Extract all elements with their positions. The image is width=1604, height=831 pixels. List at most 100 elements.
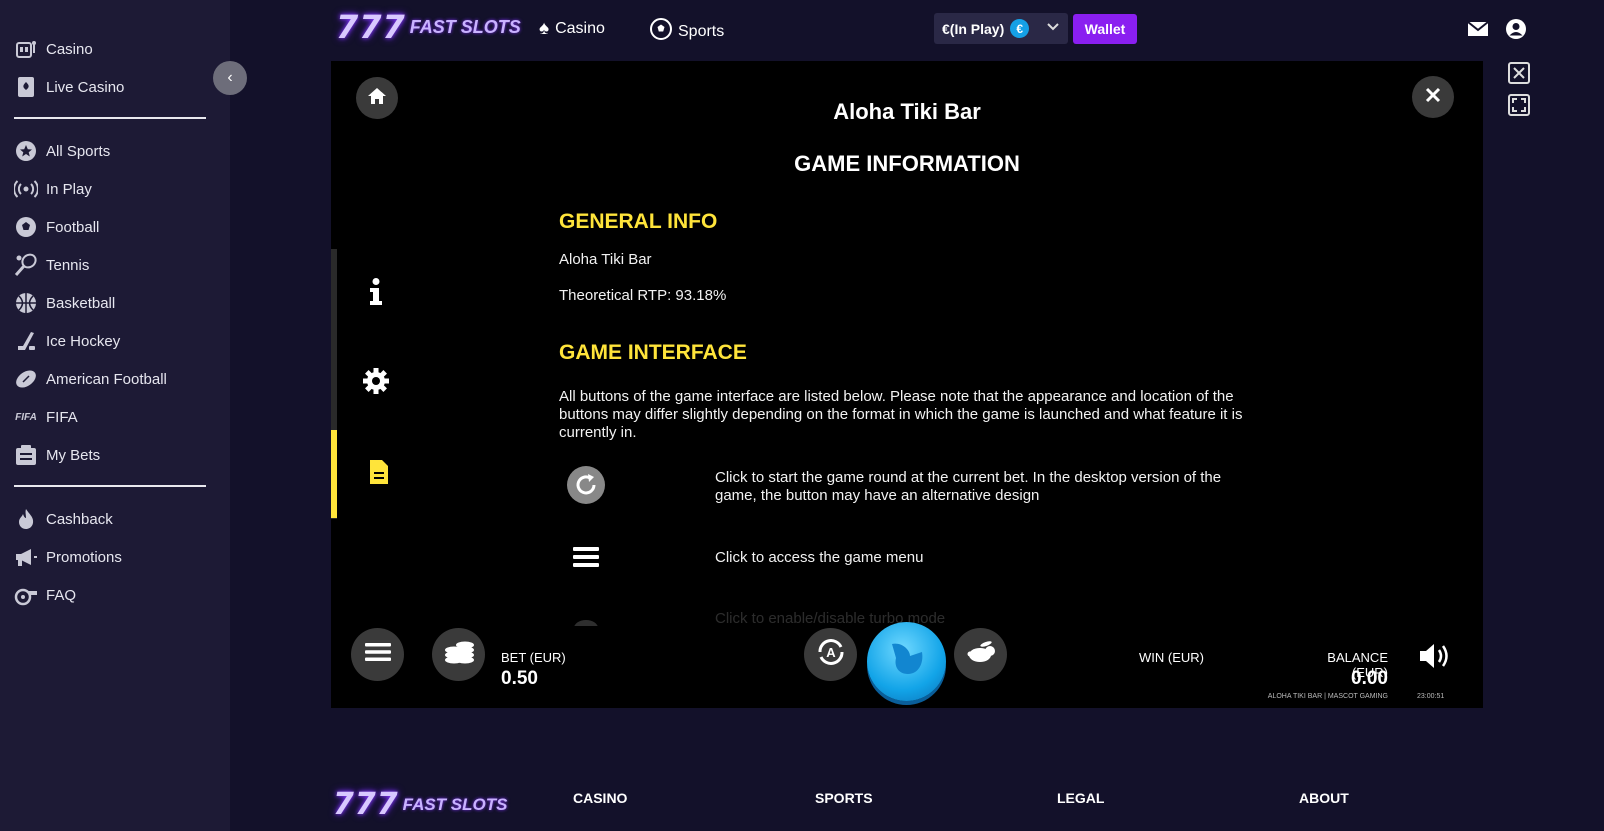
autoplay-button[interactable]: A [804,628,857,681]
logo-text: FAST SLOTS [409,16,521,37]
footer-logo[interactable]: 777 FAST SLOTS [333,787,507,822]
sidebar-item-label: In Play [46,180,92,198]
sidebar-item-football[interactable]: Football [13,213,99,241]
chevron-left-icon: ‹ [227,69,233,86]
sidebar-item-label: My Bets [46,446,101,464]
tab-rules[interactable] [331,430,421,518]
sidebar-item-label: Live Casino [46,78,125,96]
broadcast-icon [13,178,39,200]
spin-button[interactable] [867,622,946,701]
bets-list-icon [13,444,39,466]
sidebar-item-label: FIFA [46,408,78,426]
game-window: Aloha Tiki Bar GAME INFORMATION GENERAL … [331,61,1483,708]
nav-casino[interactable]: ♠ Casino [539,18,605,40]
fullscreen-icon[interactable] [1508,94,1530,116]
sidebar-divider [14,117,206,119]
sidebar-item-promotions[interactable]: Promotions [13,543,122,571]
sidebar-item-in-play[interactable]: In Play [13,175,92,203]
sidebar-item-label: Ice Hockey [46,332,121,350]
game-menu-button[interactable] [351,628,404,681]
tab-info[interactable] [331,250,421,338]
megaphone-icon [13,546,39,568]
rtp-text: Theoretical RTP: 93.18% [559,287,727,304]
clock-text: 23:00:51 [1417,693,1445,700]
sidebar-collapse-button[interactable]: ‹ [213,61,247,95]
sidebar-item-label: American Football [46,370,167,388]
fifa-logo-icon: FIFA [15,411,37,423]
slot-machine-icon [13,38,39,60]
header-logo[interactable]: 777 FAST SLOTS [336,8,521,46]
sidebar-item-my-bets[interactable]: My Bets [13,441,100,469]
row-text: Click to access the game menu [715,549,924,566]
svg-text:A: A [826,645,836,660]
euro-coin-icon: € [1010,19,1030,38]
balance-label: €(In Play) [942,20,1005,37]
playing-card-icon [13,76,39,98]
turbo-button[interactable] [954,628,1007,681]
spin-icon [566,465,606,505]
close-game-icon[interactable] [1508,62,1530,84]
wallet-button[interactable]: Wallet [1073,14,1137,44]
sidebar-item-tennis[interactable]: Tennis [13,251,89,279]
footer-col-casino: CASINO [573,790,628,806]
sidebar-item-all-sports[interactable]: All Sports [13,137,110,165]
star-badge-icon [13,140,39,162]
bet-label: BET (EUR) [501,650,566,665]
speaker-icon [1418,644,1452,675]
sidebar-item-label: Football [46,218,100,236]
sidebar-item-casino[interactable]: Casino [13,35,93,63]
provider-text: ALOHA TIKI BAR | MASCOT GAMING [1267,693,1388,700]
sound-button[interactable] [1418,641,1452,671]
gear-icon [362,367,390,400]
sidebar-item-live-casino[interactable]: Live Casino [13,73,124,101]
tab-settings[interactable] [331,339,421,427]
sidebar-item-label: Casino [46,40,93,58]
sidebar-item-faq[interactable]: FAQ [13,581,76,609]
logo-text: FAST SLOTS [402,794,508,814]
footer-col-legal: LEGAL [1057,790,1105,806]
coins-stack-icon [443,638,475,671]
sidebar-item-cashback[interactable]: Cashback [13,505,113,533]
row-text: Click to enable/disable turbo mode [715,610,946,626]
bet-button[interactable] [432,628,485,681]
sidebar-item-label: All Sports [46,142,111,160]
balance-dropdown[interactable]: €(In Play) € [934,13,1068,44]
document-icon [368,459,390,490]
sidebar-item-label: Tennis [46,256,90,274]
sidebar-item-label: FAQ [46,586,77,604]
menu-icon [364,642,391,667]
game-interface-heading: GAME INTERFACE [559,341,747,364]
menu-icon [566,537,606,577]
bet-value: 0.50 [501,668,538,689]
nav-label: Casino [555,20,605,37]
autoplay-icon: A [813,634,849,675]
logo-number: 777 [336,8,406,46]
sidebar-item-ice-hockey[interactable]: Ice Hockey [13,327,120,355]
sidebar-item-fifa[interactable]: FIFA FIFA [13,403,78,431]
win-label: WIN (EUR) [1139,650,1204,665]
spin-tiki-icon [884,636,930,687]
basketball-icon [13,292,39,314]
chevron-down-icon [1046,19,1060,36]
game-title: Aloha Tiki Bar [833,99,981,124]
logo-number: 777 [333,787,399,822]
sidebar-item-label: Promotions [46,548,122,566]
sidebar: Casino Live Casino All Sports In Play Fo… [0,0,230,831]
sidebar-divider [14,485,206,487]
spade-icon: ♠ [539,18,550,39]
info-icon [369,277,383,311]
mail-icon[interactable] [1467,18,1489,40]
user-account-icon[interactable] [1505,18,1527,40]
nav-sports[interactable]: Sports [650,18,724,46]
sidebar-item-american-football[interactable]: American Football [13,365,167,393]
hockey-stick-icon [13,330,39,352]
general-info-heading: GENERAL INFO [559,210,718,233]
footer-col-about: ABOUT [1299,790,1349,806]
interface-intro-text: All buttons of the game interface are li… [559,388,1243,441]
game-name-text: Aloha Tiki Bar [559,251,652,268]
sidebar-item-basketball[interactable]: Basketball [13,289,115,317]
rabbit-icon [964,641,998,668]
nav-label: Sports [678,23,725,40]
row-text: Click to start the game round at the cur… [715,469,1222,504]
footer-col-sports: SPORTS [815,790,873,806]
